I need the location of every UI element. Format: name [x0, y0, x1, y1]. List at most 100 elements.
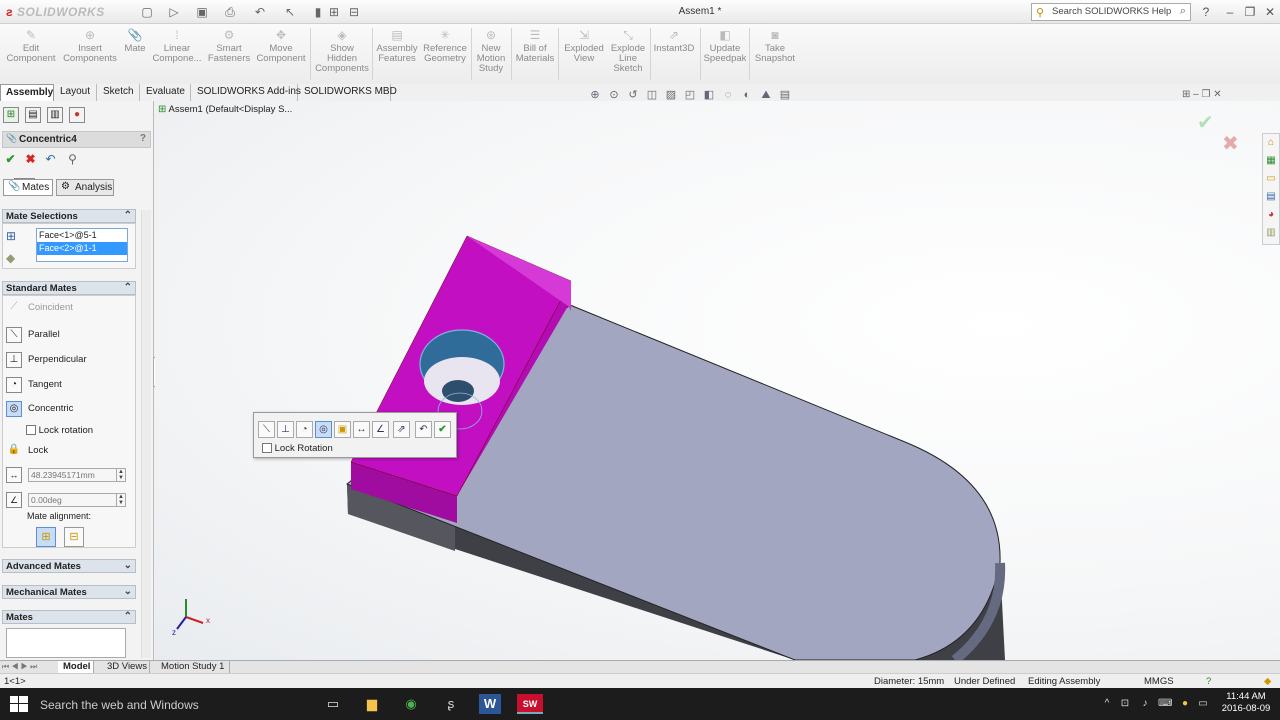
custom-properties-icon[interactable]: ▥ [1264, 226, 1278, 240]
open-icon[interactable]: ▷ [166, 4, 182, 20]
solidworks-logo[interactable]: ƨ SOLIDWORKS [6, 5, 105, 19]
help-icon[interactable]: ? [140, 133, 146, 144]
concentric-option[interactable]: ◎ Concentric [6, 399, 73, 419]
tab-scroll-arrows[interactable]: ⏮ ◀ ▶ ⏭ [2, 662, 37, 672]
checkbox[interactable] [26, 425, 36, 436]
dynamic-annotation-icon[interactable]: ▨ [663, 88, 679, 102]
tray-chevron-icon[interactable]: ^ [1100, 698, 1114, 709]
weather-icon[interactable]: ● [1178, 698, 1192, 709]
edit-component-button[interactable]: ✎ Edit Component [6, 28, 56, 64]
exploded-view-button[interactable]: ⇲ Exploded View [562, 28, 606, 64]
parallel-icon[interactable]: ⟍ [258, 421, 275, 438]
distance-field[interactable]: 48.23945171mm ▲ ▼ [28, 468, 126, 482]
appearances-icon[interactable]: ◕ [1264, 208, 1278, 222]
distance-icon[interactable]: ↔ [6, 467, 22, 483]
notification-icon[interactable]: ▭ [1196, 698, 1210, 709]
anti-aligned-button[interactable]: ⊟ [64, 527, 84, 547]
move-component-button[interactable]: ✥ Move Component [254, 28, 308, 64]
section-view-icon[interactable]: ◫ [644, 88, 660, 102]
view-orientation-icon[interactable]: ◰ [682, 88, 698, 102]
select-icon[interactable]: ↖ [282, 4, 298, 20]
undo-icon[interactable]: ↶ [415, 421, 432, 438]
confirmation-ok-icon[interactable]: ✔ [1197, 110, 1214, 135]
view-palette-icon[interactable]: ▤ [1264, 190, 1278, 204]
list-item[interactable]: Face<1>@5-1 [37, 229, 127, 242]
feature-manager-icon[interactable]: ⊞ [3, 107, 19, 123]
assembly-features-button[interactable]: ▤ Assembly Features [375, 28, 419, 64]
file-explorer-icon[interactable]: ▭ [1264, 172, 1278, 186]
mates-header[interactable]: Mates ⌃ [2, 610, 136, 624]
scrollbar[interactable] [141, 210, 151, 658]
3d-model[interactable] [155, 101, 1280, 660]
search-icon[interactable]: ⌕ [1180, 5, 1186, 18]
tab-mbd[interactable]: SOLIDWORKS MBD [299, 84, 397, 101]
mates-list[interactable] [6, 628, 126, 658]
add-finish-mate-icon[interactable]: ✔ [434, 421, 451, 438]
explode-line-sketch-button[interactable]: ⤡ Explode Line Sketch [608, 28, 648, 74]
undo-icon[interactable]: ↶ [252, 4, 268, 20]
lock-rotation-checkbox[interactable]: Lock Rotation [262, 443, 333, 454]
close-icon[interactable]: ✕ [1213, 89, 1221, 100]
advanced-mates-header[interactable]: Advanced Mates ⌄ [2, 559, 136, 573]
save-icon[interactable]: ▣ [194, 4, 210, 20]
tab-layout[interactable]: Layout [55, 84, 97, 101]
new-icon[interactable]: ▢ [139, 4, 155, 20]
units-selector[interactable]: MMGS [1144, 676, 1174, 687]
instant3d-button[interactable]: ⇗ Instant3D [652, 28, 696, 54]
previous-view-icon[interactable]: ↺ [625, 88, 641, 102]
cancel-button[interactable]: ✖ [24, 153, 37, 166]
perpendicular-option[interactable]: ⊥ Perpendicular [6, 350, 87, 370]
parallel-option[interactable]: ⟍ Parallel [6, 325, 60, 345]
search-input[interactable]: ⚲ Search SOLIDWORKS Help ⌕ [1031, 3, 1191, 21]
tab-analysis[interactable]: ⚙ Analysis [56, 179, 114, 196]
aligned-button[interactable]: ⊞ [36, 527, 56, 547]
close-button[interactable]: ✕ [1262, 4, 1278, 20]
configuration-manager-icon[interactable]: ▥ [47, 107, 63, 123]
zoom-to-fit-icon[interactable]: ⊕ [587, 88, 603, 102]
flip-alignment-icon[interactable]: ⇗ [393, 421, 410, 438]
word-icon[interactable]: W [479, 694, 501, 714]
home-icon[interactable]: ⌂ [1264, 136, 1278, 150]
lock-icon[interactable]: ▣ [334, 421, 351, 438]
lock-option[interactable]: 🔒 Lock [6, 441, 48, 461]
property-manager-icon[interactable]: ▤ [25, 107, 41, 123]
take-snapshot-button[interactable]: ◙ Take Snapshot [752, 28, 798, 64]
print-icon[interactable]: ⎙ [222, 4, 238, 20]
file-properties-icon[interactable]: ⊞ [326, 4, 342, 20]
network-icon[interactable]: ⊡ [1118, 698, 1132, 709]
smart-fasteners-button[interactable]: ⚙ Smart Fasteners [206, 28, 252, 64]
apply-scene-icon[interactable]: ⛰ [758, 88, 774, 102]
new-motion-study-button[interactable]: ⊛ New Motion Study [474, 28, 508, 74]
tab-mates[interactable]: 📎 Mates [3, 179, 53, 196]
standard-mates-header[interactable]: Standard Mates ⌃ [2, 281, 136, 295]
lock-rotation-checkbox[interactable]: Lock rotation [26, 425, 93, 436]
angle-field[interactable]: 0.00deg ▲ ▼ [28, 493, 126, 507]
coincident-option[interactable]: ⟋ Coincident [6, 298, 73, 318]
tab-evaluate[interactable]: Evaluate [141, 84, 191, 101]
tab-addins[interactable]: SOLIDWORKS Add-ins [192, 84, 301, 101]
ok-button[interactable]: ✔ [4, 153, 17, 166]
tangent-option[interactable]: ◔ Tangent [6, 375, 62, 395]
feature-tree-root[interactable]: ⊞ Assem1 (Default<Display S... [158, 104, 292, 115]
mate-selections-header[interactable]: Mate Selections ⌃ [2, 209, 136, 223]
help-icon[interactable]: ? [1206, 676, 1211, 687]
perpendicular-icon[interactable]: ⊥ [277, 421, 294, 438]
mechanical-mates-header[interactable]: Mechanical Mates ⌄ [2, 585, 136, 599]
windows-start-icon[interactable] [10, 696, 28, 712]
tile-icon[interactable]: ⊞ [1182, 89, 1190, 100]
rebuild-icon[interactable]: ◆ [1264, 676, 1271, 687]
angle-icon[interactable]: ∠ [6, 492, 22, 508]
minimize-icon[interactable]: – [1193, 89, 1199, 100]
undo-icon[interactable]: ↶ [44, 153, 57, 166]
angle-icon[interactable]: ∠ [372, 421, 389, 438]
hide-show-icon[interactable]: ◌ [720, 88, 736, 102]
concentric-icon[interactable]: ◎ [315, 421, 332, 438]
keyboard-icon[interactable]: ⌨ [1158, 698, 1172, 709]
spinner-icon[interactable]: ▲ ▼ [116, 469, 125, 481]
taskbar-clock[interactable]: 11:44 AM 2016-08-09 [1216, 691, 1276, 715]
view-settings-icon[interactable]: ▤ [777, 88, 793, 102]
insert-components-button[interactable]: ⊕ Insert Components [62, 28, 118, 64]
checkbox[interactable] [262, 443, 272, 454]
display-style-icon[interactable]: ◧ [701, 88, 717, 102]
zoom-to-area-icon[interactable]: ⊙ [606, 88, 622, 102]
